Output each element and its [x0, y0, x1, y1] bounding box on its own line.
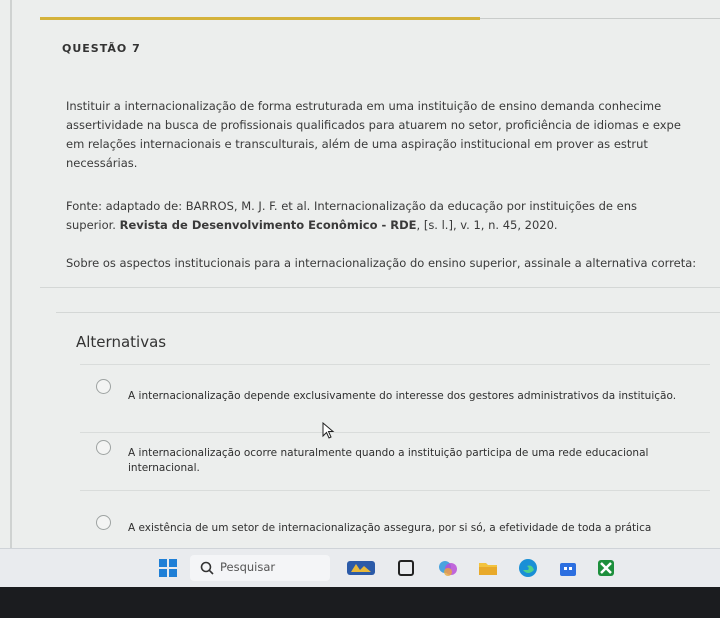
radio-button[interactable]	[96, 440, 111, 455]
source-line: Fonte: adaptado de: BARROS, M. J. F. et …	[66, 199, 638, 213]
store-icon[interactable]	[558, 558, 578, 578]
edge-browser-icon[interactable]	[518, 558, 538, 578]
question-prompt: Sobre os aspectos institucionais para a …	[66, 256, 697, 270]
search-highlight-icon[interactable]	[346, 558, 376, 578]
browser-page: QUESTÃO 7 Instituir a internacionalizaçã…	[0, 0, 720, 548]
alternatives-heading: Alternativas	[76, 333, 167, 351]
alternative-text: A internacionalização ocorre naturalment…	[128, 447, 649, 459]
alternative-text: internacional.	[128, 462, 200, 474]
search-label: Pesquisar	[220, 560, 276, 574]
radio-button[interactable]	[96, 515, 111, 530]
task-view-icon[interactable]	[396, 558, 416, 578]
source-line: superior. Revista de Desenvolvimento Eco…	[66, 216, 637, 235]
copilot-icon[interactable]	[438, 558, 458, 578]
statement-line: assertividade na busca de profissionais …	[66, 118, 681, 132]
statement-line: em relações internacionais e transcultur…	[66, 137, 648, 151]
source-journal: Revista de Desenvolvimento Econômico - R…	[119, 218, 417, 232]
search-icon	[200, 561, 214, 575]
start-windows-icon[interactable]	[158, 558, 178, 578]
alternative-option-c[interactable]: A existência de um setor de internaciona…	[80, 490, 710, 548]
alternative-text: A existência de um setor de internaciona…	[128, 522, 652, 534]
taskbar: Pesquisar	[0, 548, 720, 587]
section-divider	[40, 287, 720, 288]
question-title: QUESTÃO 7	[62, 42, 141, 55]
section-divider	[56, 312, 720, 313]
header-divider	[480, 18, 720, 19]
mouse-cursor-icon	[322, 422, 335, 439]
statement-line: necessárias.	[66, 156, 138, 170]
file-explorer-icon[interactable]	[478, 558, 498, 578]
page-left-border	[10, 0, 12, 548]
statement-line: Instituir a internacionalização de forma…	[66, 99, 662, 113]
question-statement: Instituir a internacionalização de forma…	[66, 97, 681, 173]
alternative-option-a[interactable]: A internacionalização depende exclusivam…	[80, 364, 710, 423]
green-app-icon[interactable]	[596, 558, 616, 578]
alternative-option-b[interactable]: A internacionalização ocorre naturalment…	[80, 432, 710, 499]
progress-accent-line	[40, 17, 480, 20]
taskbar-search[interactable]: Pesquisar	[190, 555, 330, 581]
source-suffix: , [s. l.], v. 1, n. 45, 2020.	[416, 218, 558, 232]
alternative-text: A internacionalização depende exclusivam…	[128, 390, 677, 402]
radio-button[interactable]	[96, 379, 111, 394]
source-prefix: superior.	[66, 218, 120, 232]
question-source: Fonte: adaptado de: BARROS, M. J. F. et …	[66, 197, 637, 235]
